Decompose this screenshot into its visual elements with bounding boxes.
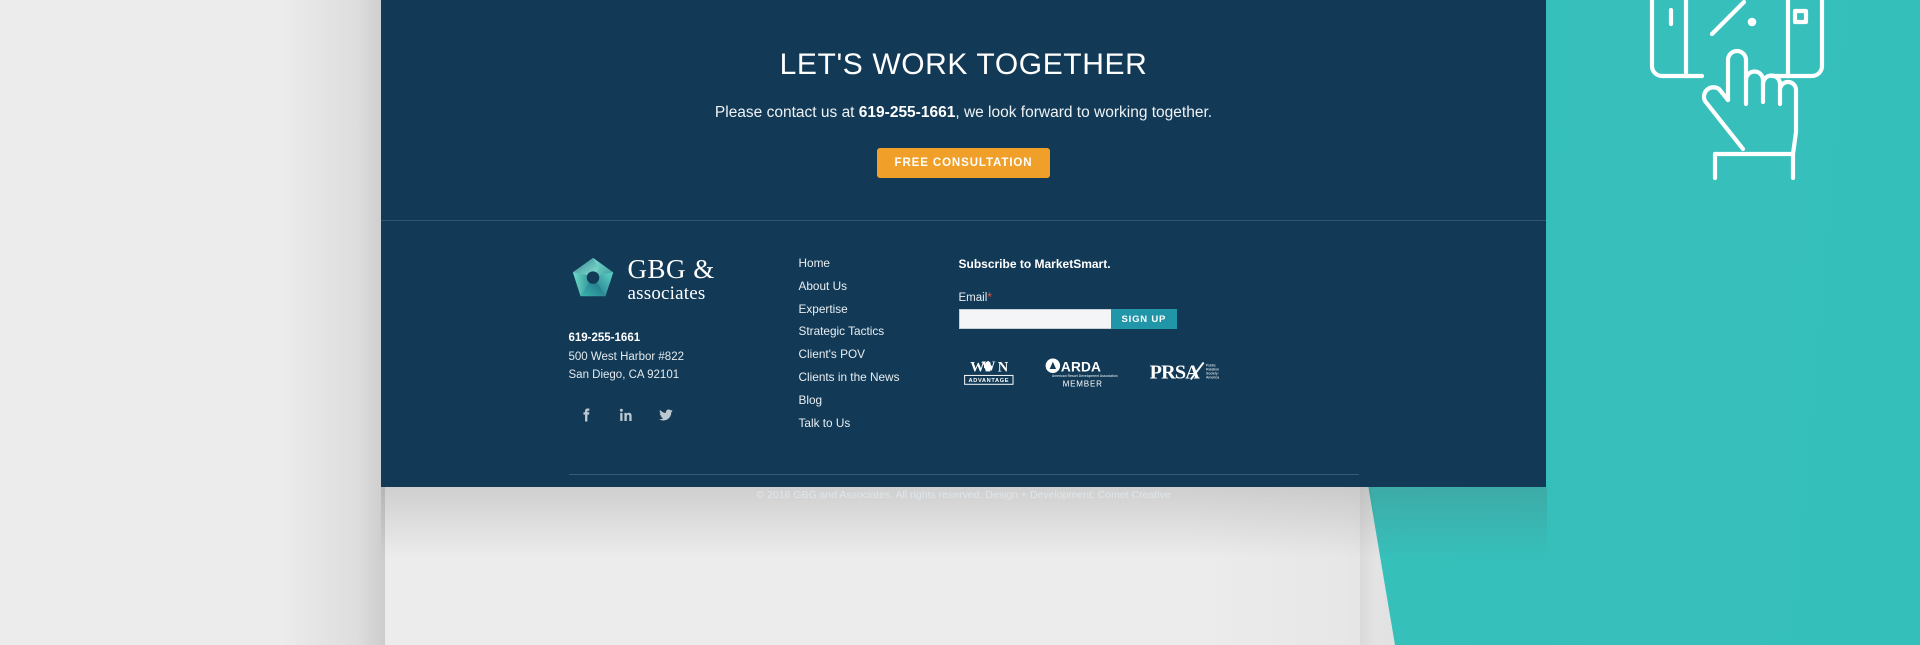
logo-line-1: GBG &	[627, 253, 715, 284]
hand-tapping-tablet-percent-illustration	[1649, 0, 1825, 181]
nav-link-about-us[interactable]: About Us	[799, 280, 959, 293]
svg-text:MEMBER: MEMBER	[1063, 380, 1103, 389]
facebook-icon[interactable]	[579, 407, 593, 423]
cta-body: Please contact us at 619-255-1661, we lo…	[715, 104, 1212, 122]
copyright-text: © 2018 GBG and Associates. All rights re…	[756, 489, 1171, 502]
page-root: LET'S WORK TOGETHER Please contact us at…	[0, 0, 1920, 645]
cta-heading: LET'S WORK TOGETHER	[779, 48, 1148, 81]
social-links	[569, 407, 799, 423]
partner-logos: W . W N ADVANTAGE ARDA	[959, 356, 1219, 390]
svg-text:ARDA: ARDA	[1061, 359, 1101, 374]
email-input[interactable]	[958, 309, 1111, 329]
cta-phone: 619-255-1661	[858, 104, 956, 121]
cta-section: LET'S WORK TOGETHER Please contact us at…	[381, 0, 1546, 220]
subscribe-form: SIGN UP	[958, 309, 1219, 329]
twitter-icon[interactable]	[658, 407, 673, 423]
footer-bottom-divider	[568, 474, 1359, 476]
nav-link-talk-to-us[interactable]: Talk to Us	[799, 417, 959, 430]
email-label-text: Email	[958, 292, 988, 304]
svg-text:ADVANTAGE: ADVANTAGE	[968, 378, 1009, 384]
contact-phone[interactable]: 619-255-1661	[569, 329, 799, 348]
footer-panel: LET'S WORK TOGETHER Please contact us at…	[381, 0, 1546, 501]
svg-text:PRSA: PRSA	[1149, 362, 1200, 384]
nav-link-clients-pov[interactable]: Client's POV	[799, 348, 959, 361]
contact-address-line-2: San Diego, CA 92101	[568, 369, 680, 382]
svg-text:American Resort Development As: American Resort Development Association	[1052, 374, 1118, 378]
site-logo[interactable]: GBG & associates	[569, 255, 799, 303]
linkedin-icon[interactable]	[619, 407, 633, 423]
gbg-aperture-logo-icon	[572, 257, 613, 297]
footer-nav: Home About Us Expertise Strategic Tactic…	[799, 255, 959, 440]
logo-line-2: associates	[627, 282, 706, 304]
contact-block: 619-255-1661 500 West Harbor #822 San Di…	[569, 329, 799, 385]
svg-text:America: America	[1206, 376, 1219, 380]
cta-body-suffix: , we look forward to working together.	[955, 104, 1213, 121]
required-asterisk: *	[987, 290, 992, 304]
free-consultation-button[interactable]: FREE CONSULTATION	[876, 148, 1051, 178]
logo-wordmark: GBG & associates	[627, 253, 715, 304]
footer-section: GBG & associates 619-255-1661 500 West H…	[381, 221, 1546, 501]
footer-brand-column: GBG & associates 619-255-1661 500 West H…	[569, 255, 799, 423]
svg-text:W: W	[970, 359, 985, 375]
win-advantage-logo: W . W N ADVANTAGE	[963, 359, 1013, 385]
nav-link-blog[interactable]: Blog	[799, 394, 959, 407]
email-label: Email*	[959, 290, 1219, 304]
prsa-logo: PRSA Public Relations Society of America	[1149, 362, 1219, 384]
subscribe-title: Subscribe to MarketSmart.	[958, 257, 1111, 271]
arda-member-logo: ARDA American Resort Development Associa…	[1045, 358, 1118, 389]
nav-link-strategic-tactics[interactable]: Strategic Tactics	[799, 326, 959, 338]
nav-link-home[interactable]: Home	[799, 257, 959, 270]
nav-link-expertise[interactable]: Expertise	[799, 303, 959, 316]
sign-up-button[interactable]: SIGN UP	[1110, 309, 1178, 329]
subscribe-column: Subscribe to MarketSmart. Email* SIGN UP…	[958, 255, 1219, 390]
cta-body-prefix: Please contact us at	[714, 104, 859, 121]
nav-link-clients-in-the-news[interactable]: Clients in the News	[799, 371, 959, 384]
contact-address-line-1: 500 West Harbor #822	[568, 350, 685, 363]
svg-text:N: N	[997, 359, 1008, 375]
